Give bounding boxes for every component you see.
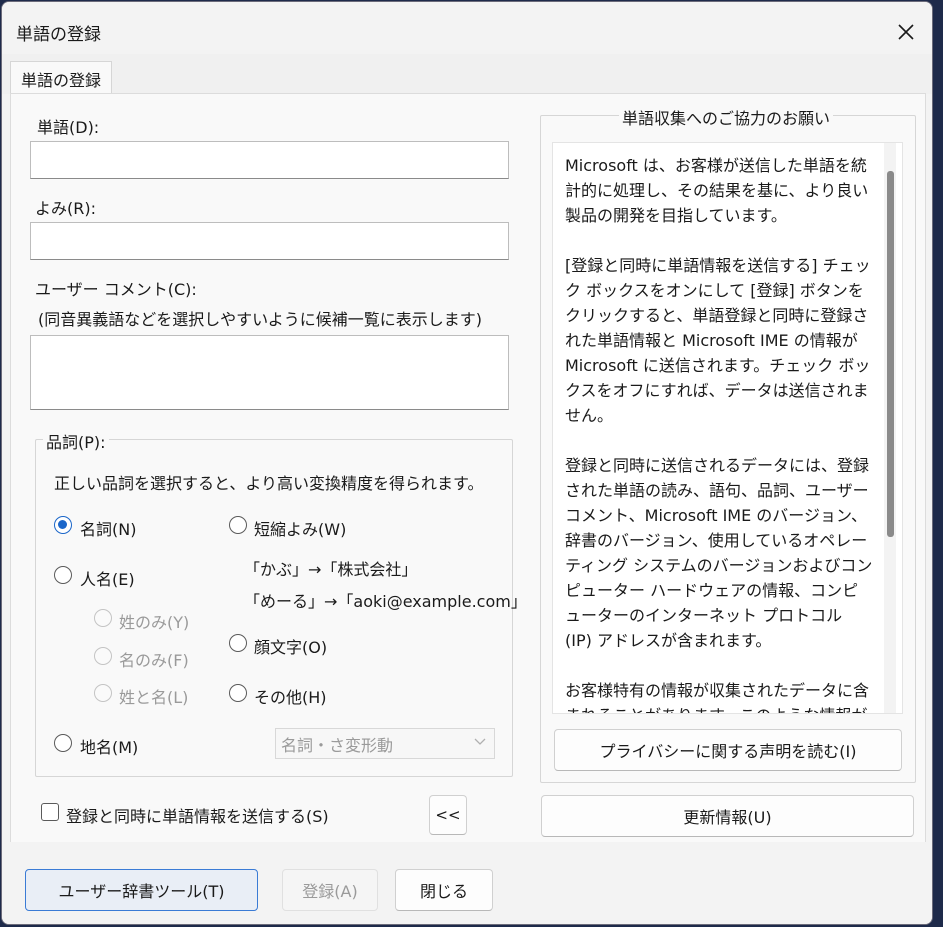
send-word-checkbox[interactable] bbox=[41, 803, 59, 821]
info-paragraph: Microsoft は、お客様が送信した単語を統計的に処理し、その結果を基に、よ… bbox=[565, 156, 869, 225]
info-paragraph: お客様特有の情報が収集されたデータに含まれることがあります。このような情報が存在… bbox=[565, 681, 870, 713]
collapse-button[interactable]: << bbox=[429, 795, 467, 835]
radio-surname-only[interactable] bbox=[94, 609, 112, 627]
reading-input[interactable] bbox=[30, 222, 509, 260]
dialog-footer: ユーザー辞書ツール(T) 登録(A) 閉じる bbox=[2, 842, 932, 924]
chevron-down-icon bbox=[474, 735, 486, 751]
info-scroll-area[interactable]: Microsoft は、お客様が送信した単語を統計的に処理し、その結果を基に、よ… bbox=[552, 142, 903, 714]
radio-person-name[interactable] bbox=[54, 566, 72, 584]
tab-word-registration[interactable]: 単語の登録 bbox=[10, 61, 112, 95]
radio-surname-only-label[interactable]: 姓のみ(Y) bbox=[119, 609, 189, 633]
close-icon bbox=[898, 24, 914, 40]
radio-place-name-label[interactable]: 地名(M) bbox=[80, 734, 138, 758]
radio-given-only-label[interactable]: 名のみ(F) bbox=[119, 647, 189, 671]
tab-panel: 単語(D): よみ(R): ユーザー コメント(C): (同音異義語などを選択し… bbox=[10, 93, 926, 843]
radio-other[interactable] bbox=[229, 684, 247, 702]
radio-given-only[interactable] bbox=[94, 647, 112, 665]
comment-hint: (同音異義語などを選択しやすいように候補一覧に表示します) bbox=[38, 310, 483, 329]
reading-label: よみ(R): bbox=[35, 199, 96, 218]
title-bar: 単語の登録 bbox=[2, 2, 932, 54]
close-button[interactable] bbox=[884, 14, 928, 50]
radio-abbreviation-label[interactable]: 短縮よみ(W) bbox=[254, 516, 346, 540]
close-dialog-button[interactable]: 閉じる bbox=[395, 869, 493, 911]
info-text: Microsoft は、お客様が送信した単語を統計的に処理し、その結果を基に、よ… bbox=[565, 153, 873, 713]
radio-emoticon[interactable] bbox=[229, 634, 247, 652]
radio-noun[interactable] bbox=[54, 516, 72, 534]
abbreviation-example-1: 「かぶ」→「株式会社」 bbox=[244, 560, 418, 579]
word-label: 単語(D): bbox=[37, 118, 100, 137]
radio-emoticon-label[interactable]: 顔文字(O) bbox=[254, 634, 327, 658]
info-group: 単語収集へのご協力のお願い Microsoft は、お客様が送信した単語を統計的… bbox=[540, 105, 916, 783]
radio-abbreviation[interactable] bbox=[229, 516, 247, 534]
radio-place-name[interactable] bbox=[54, 734, 72, 752]
update-info-button[interactable]: 更新情報(U) bbox=[541, 795, 914, 837]
user-dictionary-tool-button[interactable]: ユーザー辞書ツール(T) bbox=[25, 869, 258, 911]
info-paragraph: [登録と同時に単語情報を送信する] チェック ボックスをオンにして [登録] ボ… bbox=[565, 256, 871, 425]
abbreviation-example-2: 「めーる」→「aoki@example.com」 bbox=[244, 592, 527, 611]
radio-noun-label[interactable]: 名詞(N) bbox=[80, 516, 136, 540]
dialog-window: 単語の登録 単語の登録 単語(D): よみ(R): ユーザー コメント(C): … bbox=[1, 1, 933, 925]
other-pos-select-value: 名詞・さ変形動 bbox=[281, 735, 394, 755]
info-legend: 単語収集へのご協力のお願い bbox=[619, 105, 834, 129]
radio-surname-given[interactable] bbox=[94, 684, 112, 702]
comment-label: ユーザー コメント(C): bbox=[35, 280, 197, 299]
register-button[interactable]: 登録(A) bbox=[282, 869, 378, 911]
info-scrollbar[interactable] bbox=[884, 143, 896, 713]
radio-other-label[interactable]: その他(H) bbox=[254, 684, 327, 708]
comment-input[interactable] bbox=[30, 335, 509, 410]
window-title: 単語の登録 bbox=[16, 25, 101, 45]
word-input[interactable] bbox=[30, 141, 509, 179]
other-pos-select[interactable]: 名詞・さ変形動 bbox=[275, 728, 495, 759]
info-scrollbar-thumb[interactable] bbox=[887, 171, 894, 537]
send-word-checkbox-label[interactable]: 登録と同時に単語情報を送信する(S) bbox=[66, 803, 329, 827]
radio-surname-given-label[interactable]: 姓と名(L) bbox=[119, 684, 188, 708]
pos-description: 正しい品詞を選択すると、より高い変換精度を得られます。 bbox=[54, 474, 484, 493]
pos-group: 品詞(P): 正しい品詞を選択すると、より高い変換精度を得られます。 名詞(N)… bbox=[35, 429, 527, 777]
tab-label: 単語の登録 bbox=[20, 70, 101, 90]
radio-person-name-label[interactable]: 人名(E) bbox=[80, 566, 135, 590]
privacy-statement-button[interactable]: プライバシーに関する声明を読む(I) bbox=[554, 729, 902, 771]
pos-legend: 品詞(P): bbox=[43, 429, 109, 453]
info-paragraph: 登録と同時に送信されるデータには、登録された単語の読み、語句、品詞、ユーザー コ… bbox=[565, 456, 873, 650]
tab-strip: 単語の登録 bbox=[2, 54, 932, 95]
